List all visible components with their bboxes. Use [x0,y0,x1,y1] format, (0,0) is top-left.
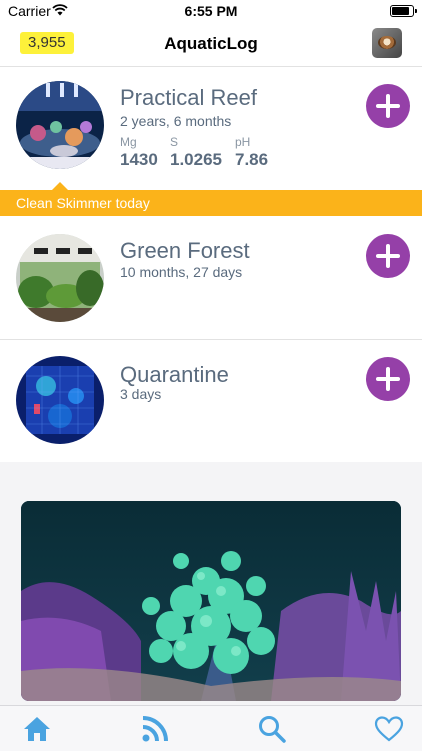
battery-icon [390,5,417,17]
search-icon[interactable] [257,714,287,744]
app-title: AquaticLog [164,34,258,53]
param-value: 1430 [120,150,158,169]
heart-icon[interactable] [374,714,404,744]
param-salinity: S 1.0265 [170,135,222,170]
tank-row-quarantine[interactable]: Quarantine 3 days [0,340,422,462]
tank-photo [16,81,104,169]
tank-photo [16,234,104,322]
tank-name: Green Forest [120,238,250,263]
add-log-button[interactable] [366,357,410,401]
param-label: Mg [120,135,137,149]
param-value: 1.0265 [170,150,222,169]
tank-row-green-forest[interactable]: Green Forest 10 months, 27 days [0,216,422,339]
tank-photo [16,356,104,444]
status-bar: Carrier 6:55 PM [0,0,422,22]
tab-bar [0,705,422,751]
add-log-button[interactable] [366,84,410,128]
nav-bar: 3,955 AquaticLog [0,22,422,67]
profile-avatar[interactable] [372,28,402,58]
feed-icon[interactable] [140,714,170,744]
tank-age: 10 months, 27 days [120,264,243,280]
reminder-banner[interactable]: Clean Skimmer today [0,182,422,216]
param-value: 7.86 [235,150,269,169]
param-ph: pH 7.86 [235,135,268,170]
tank-age: 2 years, 6 months [120,113,232,129]
tank-age: 3 days [120,386,162,402]
param-mg: Mg 1430 [120,135,158,170]
param-label: S [170,135,179,149]
reminder-text: Clean Skimmer today [16,195,150,211]
banner-pointer [52,182,68,190]
tank-name: Practical Reef [120,85,257,110]
param-label: pH [235,135,251,149]
status-time: 6:55 PM [184,3,238,19]
home-icon[interactable] [22,714,52,744]
tank-name: Quarantine [120,362,229,387]
add-log-button[interactable] [366,234,410,278]
tank-row-practical-reef[interactable]: Practical Reef 2 years, 6 months Mg 1430… [0,67,422,190]
feed-post-image[interactable] [21,501,401,701]
